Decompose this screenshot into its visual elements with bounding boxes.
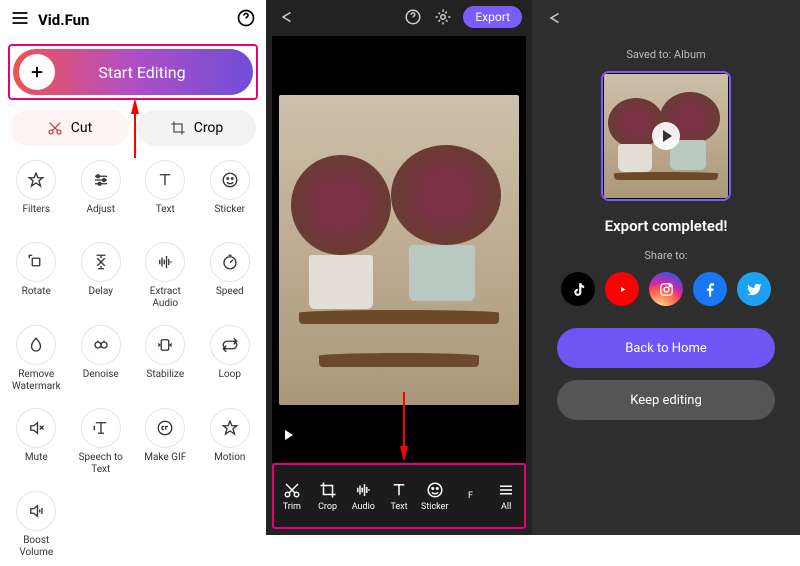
settings-icon[interactable]	[433, 7, 453, 27]
crop-button[interactable]: Crop	[137, 110, 256, 146]
gif-icon	[145, 408, 185, 448]
cut-label: Cut	[71, 120, 92, 136]
sticker-icon	[210, 160, 250, 200]
toolbar-label: Trim	[283, 502, 301, 512]
share-twitter[interactable]	[737, 272, 771, 306]
keep-editing-button[interactable]: Keep editing	[557, 380, 775, 420]
rotate-icon	[16, 242, 56, 282]
tool-label: Boost Volume	[19, 535, 53, 558]
toolbar-sticker[interactable]: Sticker	[417, 465, 453, 527]
stt-icon	[81, 408, 121, 448]
help-icon[interactable]	[236, 8, 256, 32]
tool-extract[interactable]: Extract Audio	[133, 236, 198, 317]
tool-sticker[interactable]: Sticker	[198, 154, 263, 234]
toolbar-label: All	[501, 502, 511, 512]
tool-filters[interactable]: Filters	[4, 154, 69, 234]
rmwm-icon	[16, 325, 56, 365]
tool-stabilize[interactable]: Stabilize	[133, 319, 198, 400]
share-instagram[interactable]	[649, 272, 683, 306]
tool-speed[interactable]: Speed	[198, 236, 263, 317]
share-youtube[interactable]	[605, 272, 639, 306]
tool-label: Adjust	[86, 204, 115, 226]
tool-label: Speech to Text	[79, 452, 123, 475]
tool-gif[interactable]: Make GIF	[133, 402, 198, 483]
tool-label: Stabilize	[146, 369, 184, 391]
tool-boost[interactable]: Boost Volume	[4, 485, 69, 566]
extract-icon	[145, 242, 185, 282]
tool-text[interactable]: Text	[133, 154, 198, 234]
toolbar-label: Crop	[318, 502, 337, 512]
filters-icon	[16, 160, 56, 200]
tool-adjust[interactable]: Adjust	[69, 154, 134, 234]
toolbar-text[interactable]: Text	[381, 465, 417, 527]
tool-label: Text	[156, 204, 175, 226]
mute-icon	[16, 408, 56, 448]
toolbar-audio[interactable]: Audio	[345, 465, 381, 527]
toolbar-label: Sticker	[421, 502, 448, 512]
stabilize-icon	[145, 325, 185, 365]
tool-mute[interactable]: Mute	[4, 402, 69, 483]
video-preview[interactable]	[272, 36, 526, 463]
tool-label: Sticker	[214, 204, 245, 226]
toolbar-label: Text	[390, 502, 407, 512]
start-editing-button[interactable]: Start Editing	[13, 49, 253, 95]
export-button[interactable]: Export	[463, 6, 522, 28]
plus-icon	[19, 54, 55, 90]
start-editing-label: Start Editing	[55, 63, 253, 82]
delay-icon	[81, 242, 121, 282]
tool-label: Denoise	[83, 369, 119, 391]
cut-button[interactable]: Cut	[10, 110, 129, 146]
toolbar-label: F	[468, 491, 473, 501]
editor-toolbar-highlight: Trim Crop Audio Text Sticker F All	[272, 463, 526, 529]
tool-loop[interactable]: Loop	[198, 319, 263, 400]
toolbar-f[interactable]: F	[453, 465, 489, 527]
speed-icon	[210, 242, 250, 282]
tool-denoise[interactable]: Denoise	[69, 319, 134, 400]
toolbar-label: Audio	[352, 502, 375, 512]
loop-icon	[210, 325, 250, 365]
denoise-icon	[81, 325, 121, 365]
boost-icon	[16, 491, 56, 531]
tool-rotate[interactable]: Rotate	[4, 236, 69, 317]
play-icon[interactable]	[276, 423, 300, 447]
menu-icon[interactable]	[10, 8, 30, 32]
tool-label: Rotate	[22, 286, 51, 308]
toolbar-all[interactable]: All	[488, 465, 524, 527]
preview-image	[279, 95, 519, 405]
app-title: Vid.Fun	[38, 11, 228, 29]
tool-label: Loop	[219, 369, 241, 391]
tool-label: Speed	[216, 286, 244, 308]
play-icon	[652, 122, 680, 150]
export-completed-label: Export completed!	[605, 217, 728, 235]
toolbar-crop[interactable]: Crop	[310, 465, 346, 527]
back-icon[interactable]	[276, 7, 296, 27]
tool-motion[interactable]: Motion	[198, 402, 263, 483]
tool-label: Delay	[89, 286, 113, 308]
start-editing-highlight: Start Editing	[8, 44, 258, 100]
saved-to-label: Saved to: Album	[626, 48, 705, 61]
export-thumbnail[interactable]	[601, 71, 731, 201]
crop-label: Crop	[194, 120, 224, 136]
back-icon[interactable]	[544, 8, 564, 28]
tool-delay[interactable]: Delay	[69, 236, 134, 317]
tool-label: Make GIF	[144, 452, 186, 474]
text-icon	[145, 160, 185, 200]
tool-rmwm[interactable]: Remove Watermark	[4, 319, 69, 400]
help-icon[interactable]	[403, 7, 423, 27]
back-to-home-button[interactable]: Back to Home	[557, 328, 775, 368]
share-tiktok[interactable]	[561, 272, 595, 306]
share-to-label: Share to:	[644, 249, 687, 262]
motion-icon	[210, 408, 250, 448]
tool-label: Motion	[214, 452, 245, 474]
tool-label: Remove Watermark	[12, 369, 61, 392]
tool-label: Extract Audio	[150, 286, 181, 309]
tool-label: Mute	[25, 452, 48, 474]
toolbar-trim[interactable]: Trim	[274, 465, 310, 527]
tool-stt[interactable]: Speech to Text	[69, 402, 134, 483]
adjust-icon	[81, 160, 121, 200]
tool-label: Filters	[22, 204, 50, 226]
share-facebook[interactable]	[693, 272, 727, 306]
